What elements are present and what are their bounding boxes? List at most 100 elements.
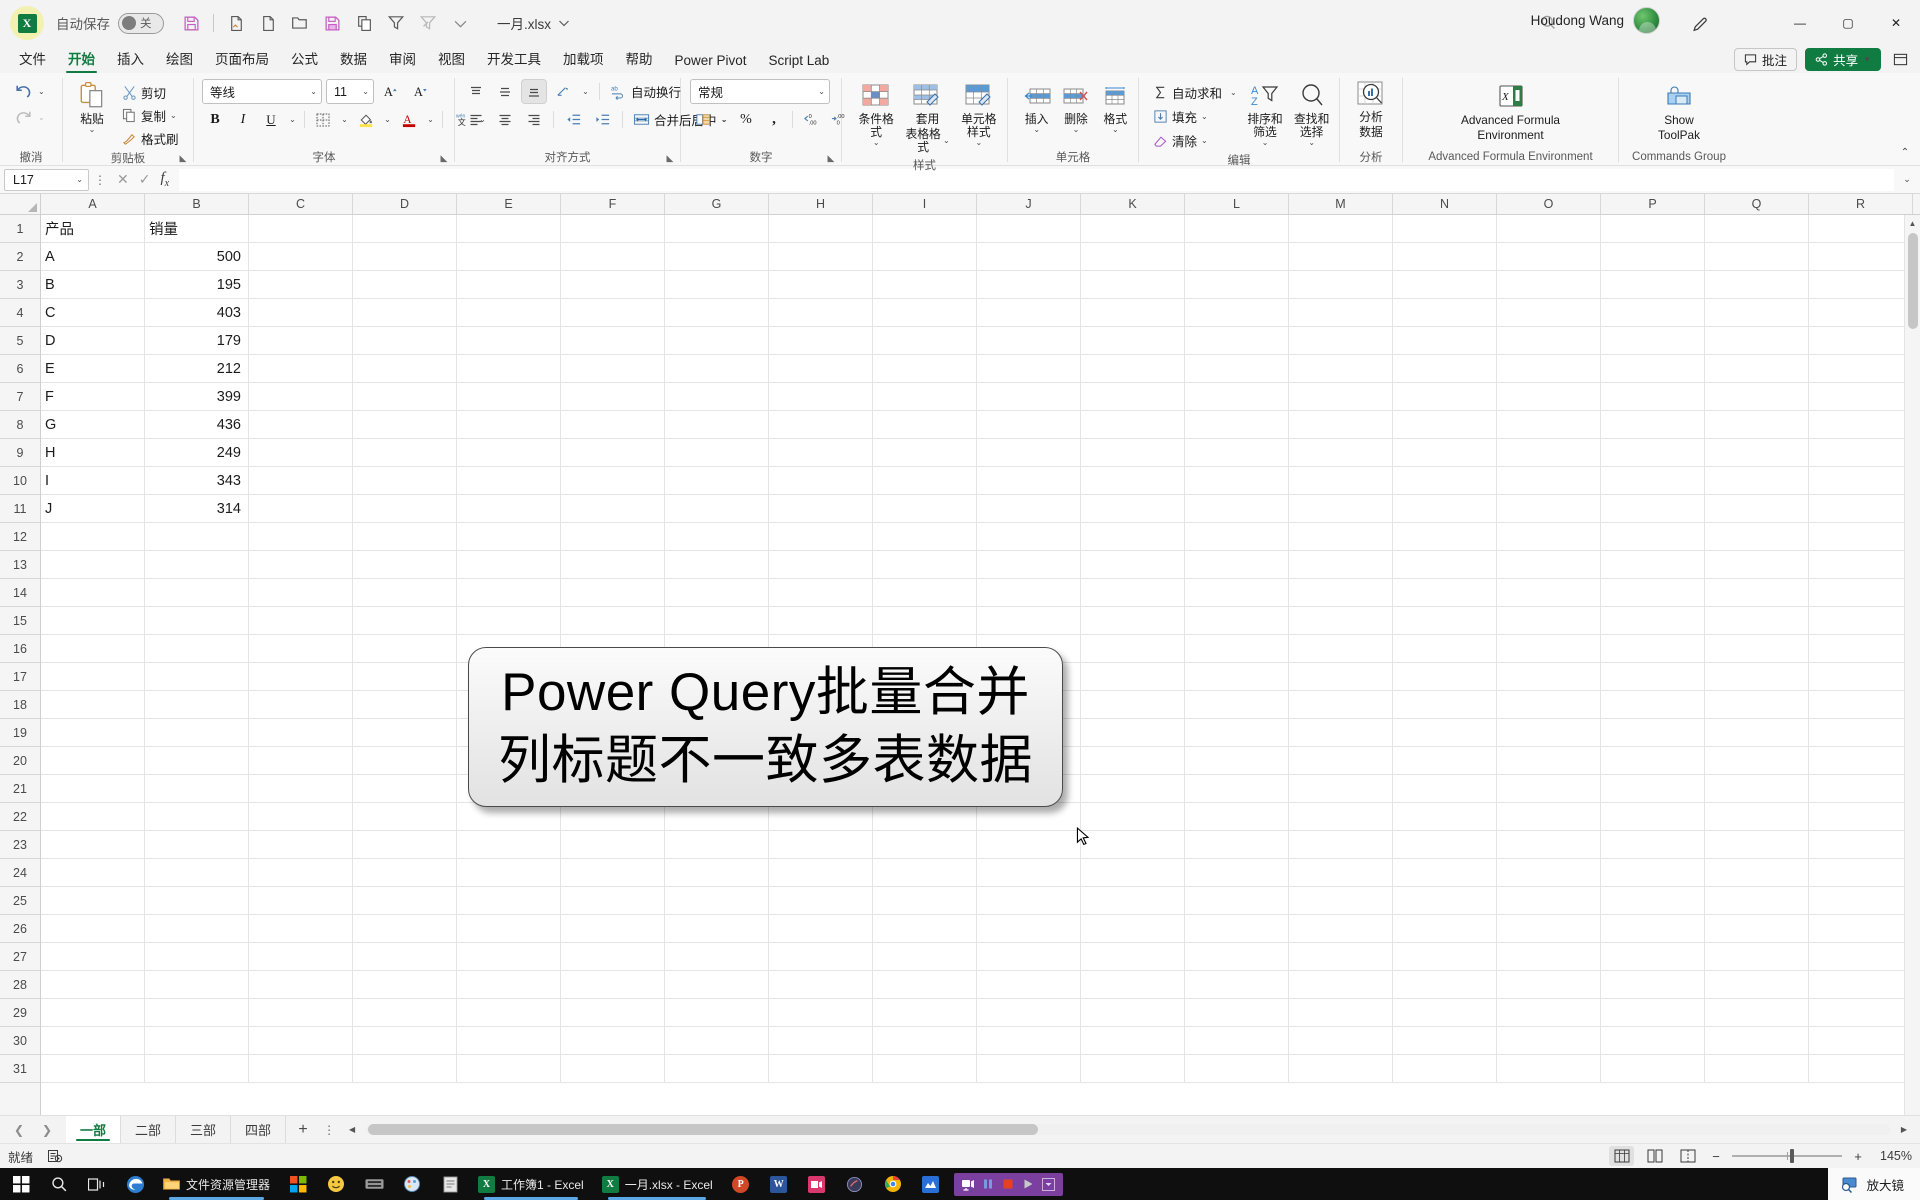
cell-I31[interactable] [873,1055,977,1083]
cell-D27[interactable] [353,943,457,971]
cell-C8[interactable] [249,411,353,439]
cell-O10[interactable] [1497,467,1601,495]
cell-I12[interactable] [873,523,977,551]
chevron-down-icon[interactable]: ⌄ [1262,139,1269,147]
scroll-up-arrow[interactable]: ▲ [1905,215,1920,231]
cell-C20[interactable] [249,747,353,775]
cell-K8[interactable] [1081,411,1185,439]
cell-M30[interactable] [1289,1027,1393,1055]
taskbar-item-file-explorer[interactable]: 文件资源管理器 [154,1168,279,1200]
row-header-18[interactable]: 18 [0,691,40,719]
cell-N10[interactable] [1393,467,1497,495]
cell-A17[interactable] [41,663,145,691]
cell-Q11[interactable] [1705,495,1809,523]
cell-O19[interactable] [1497,719,1601,747]
bold-button[interactable]: B [202,107,228,132]
cell-A7[interactable]: F [41,383,145,411]
cell-N3[interactable] [1393,271,1497,299]
cell-H13[interactable] [769,551,873,579]
cell-I13[interactable] [873,551,977,579]
cell-F5[interactable] [561,327,665,355]
cell-J3[interactable] [977,271,1081,299]
column-header-E[interactable]: E [457,194,561,214]
cell-C17[interactable] [249,663,353,691]
cell-B25[interactable] [145,887,249,915]
cell-A14[interactable] [41,579,145,607]
column-header-D[interactable]: D [353,194,457,214]
cell-N6[interactable] [1393,355,1497,383]
cell-R23[interactable] [1809,831,1913,859]
align-middle-button[interactable] [492,79,518,104]
cell-styles-button[interactable]: 单元格样式 ⌄ [956,79,1002,149]
cell-B5[interactable]: 179 [145,327,249,355]
cell-N31[interactable] [1393,1055,1497,1083]
cell-L1[interactable] [1185,215,1289,243]
sheet-tab-1[interactable]: 一部 [66,1116,122,1143]
cell-H22[interactable] [769,803,873,831]
cell-Q7[interactable] [1705,383,1809,411]
cell-Q6[interactable] [1705,355,1809,383]
cell-R16[interactable] [1809,635,1913,663]
column-header-G[interactable]: G [665,194,769,214]
row-header-11[interactable]: 11 [0,495,40,523]
cell-P22[interactable] [1601,803,1705,831]
cell-L18[interactable] [1185,691,1289,719]
fill-button[interactable]: 填充 ⌄ [1149,105,1241,128]
cell-C12[interactable] [249,523,353,551]
cell-P12[interactable] [1601,523,1705,551]
cell-M12[interactable] [1289,523,1393,551]
redo-button[interactable]: ⌄ [9,105,49,130]
chevron-down-icon[interactable]: ⌄ [1308,139,1315,147]
cell-E13[interactable] [457,551,561,579]
cell-C27[interactable] [249,943,353,971]
cell-D5[interactable] [353,327,457,355]
cell-Q2[interactable] [1705,243,1809,271]
cell-O27[interactable] [1497,943,1601,971]
analyze-data-button[interactable]: 分析 数据 [1345,77,1397,141]
format-cells-button[interactable]: 格式 ⌄ [1098,79,1133,136]
ribbon-tab-script-lab[interactable]: Script Lab [758,50,841,73]
cell-G25[interactable] [665,887,769,915]
cell-A23[interactable] [41,831,145,859]
cell-P5[interactable] [1601,327,1705,355]
ribbon-tab-developer[interactable]: 开发工具 [476,45,552,73]
zoom-out-button[interactable]: − [1708,1149,1724,1164]
cell-L19[interactable] [1185,719,1289,747]
expand-formula-bar-button[interactable]: ⌄ [1898,174,1916,185]
cell-A8[interactable]: G [41,411,145,439]
align-right-button[interactable] [521,107,547,132]
cell-K19[interactable] [1081,719,1185,747]
cell-O2[interactable] [1497,243,1601,271]
name-box[interactable]: L17 ⌄ [4,168,89,191]
cell-O26[interactable] [1497,915,1601,943]
cell-M18[interactable] [1289,691,1393,719]
cell-N8[interactable] [1393,411,1497,439]
cell-C24[interactable] [249,859,353,887]
cell-P25[interactable] [1601,887,1705,915]
chevron-left-icon[interactable]: ❮ [6,1118,32,1142]
cell-B24[interactable] [145,859,249,887]
cell-Q31[interactable] [1705,1055,1809,1083]
number-format-combobox[interactable]: 常规 ⌄ [690,79,830,104]
filter-icon[interactable] [381,8,411,38]
user-account[interactable]: Houdong Wang [1531,7,1660,34]
cell-L25[interactable] [1185,887,1289,915]
cell-C7[interactable] [249,383,353,411]
cell-K4[interactable] [1081,299,1185,327]
cell-M14[interactable] [1289,579,1393,607]
cell-B7[interactable]: 399 [145,383,249,411]
cell-F8[interactable] [561,411,665,439]
cell-M23[interactable] [1289,831,1393,859]
cell-H29[interactable] [769,999,873,1027]
chevron-down-icon[interactable]: ⌄ [1112,126,1119,134]
cell-K18[interactable] [1081,691,1185,719]
cell-C25[interactable] [249,887,353,915]
stop-icon[interactable] [1001,1177,1016,1192]
cell-N4[interactable] [1393,299,1497,327]
cell-G9[interactable] [665,439,769,467]
fill-color-dropdown[interactable]: ⌄ [381,107,394,132]
cell-B20[interactable] [145,747,249,775]
cell-G10[interactable] [665,467,769,495]
row-header-8[interactable]: 8 [0,411,40,439]
cell-Q5[interactable] [1705,327,1809,355]
